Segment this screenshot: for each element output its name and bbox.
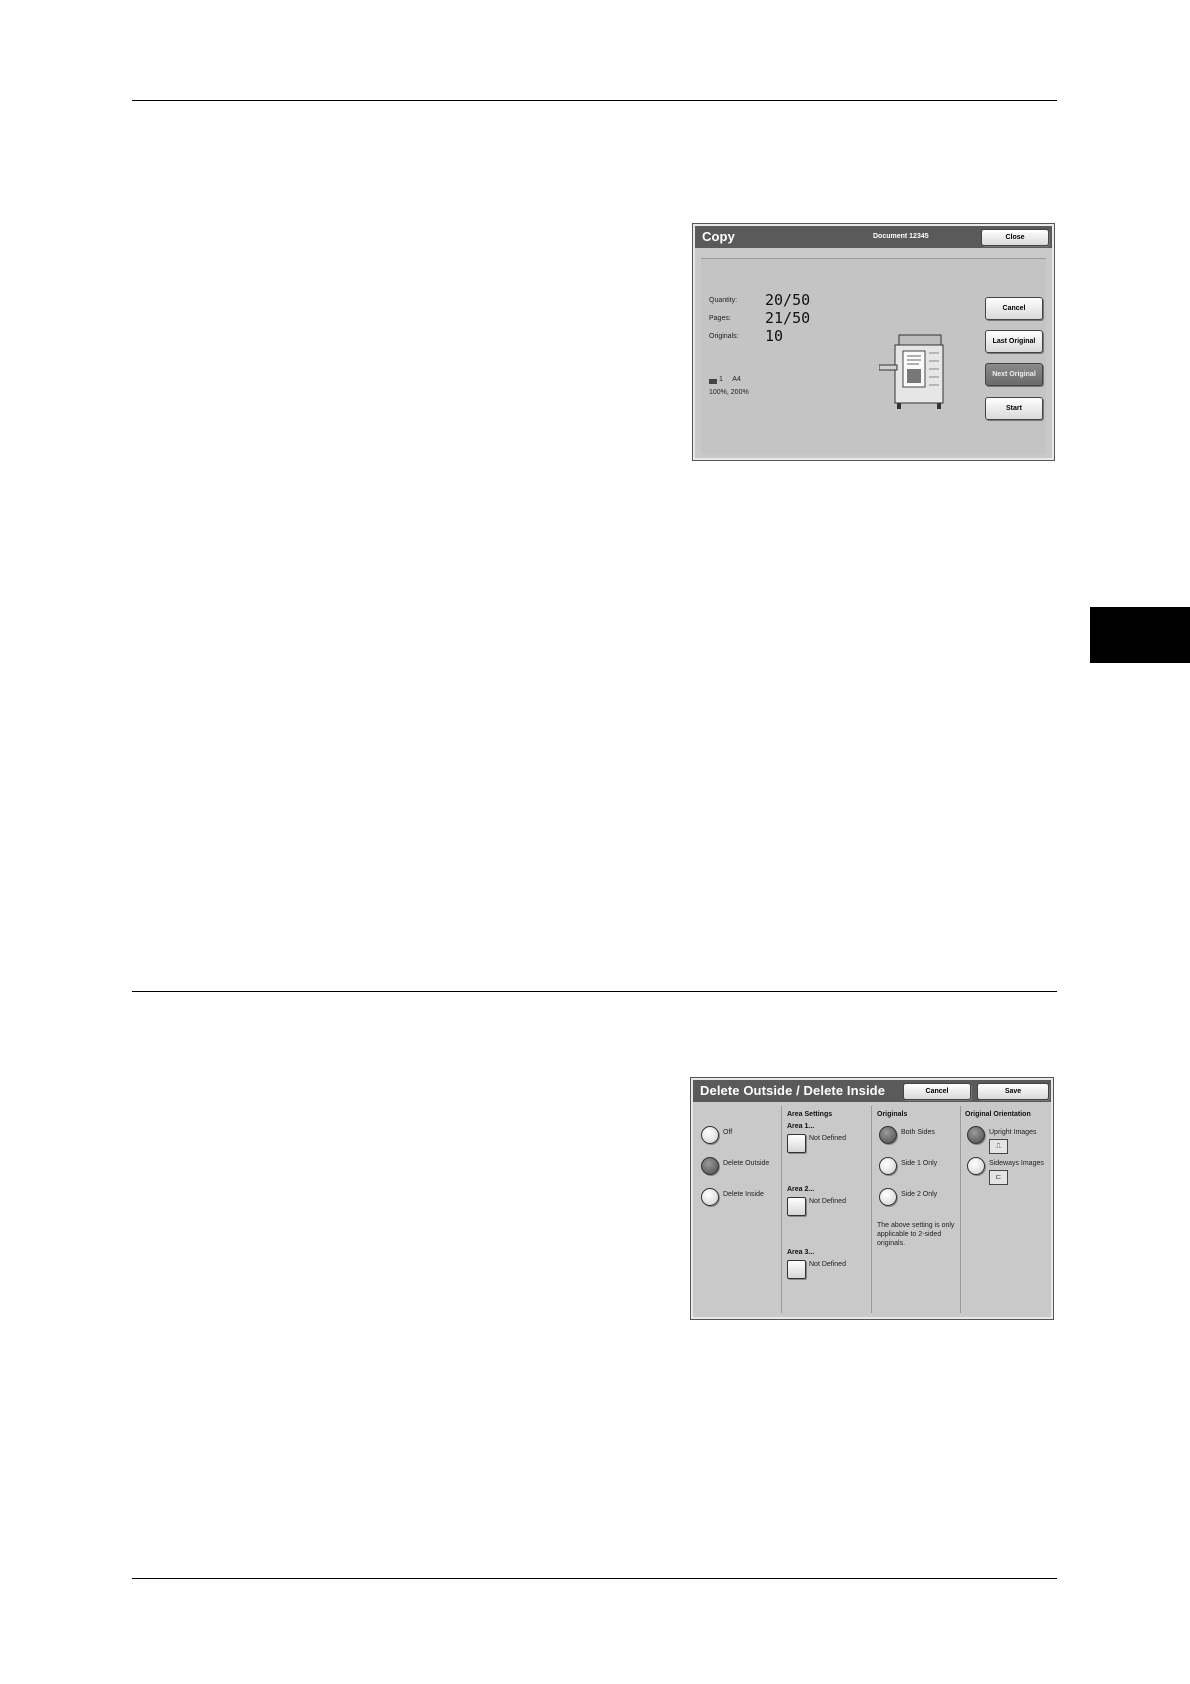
side-1-only-label: Side 1 Only — [901, 1160, 938, 1167]
delete-outside-inside-screen: Delete Outside / Delete Inside Cancel Sa… — [690, 1077, 1054, 1320]
upright-orientation-icon: ⎍ — [989, 1139, 1008, 1154]
pages-value: 21/50 — [765, 309, 811, 327]
tray-icon — [709, 379, 717, 384]
ratio-info: 100%, 200% — [709, 389, 749, 396]
area-1-label: Area 1... — [787, 1123, 815, 1130]
quantity-value: 20/50 — [765, 291, 811, 309]
start-button[interactable]: Start — [985, 397, 1043, 420]
column-divider — [871, 1106, 872, 1313]
sideways-orientation-icon: ⊏ — [989, 1170, 1008, 1185]
chapter-tab — [1090, 607, 1190, 663]
side-1-only-radio[interactable] — [879, 1157, 897, 1175]
copy-status-area: Quantity: 20/50 Pages: 21/50 Originals: … — [701, 258, 1046, 454]
area-2-status: Not Defined — [809, 1198, 846, 1205]
document-name: Document 12345 — [873, 233, 929, 240]
section-divider-rule — [132, 991, 1057, 992]
cancel-job-button[interactable]: Cancel — [985, 297, 1043, 320]
delete-title: Delete Outside / Delete Inside — [700, 1083, 886, 1098]
both-sides-label: Both Sides — [901, 1129, 935, 1136]
sideways-images-label: Sideways Images — [989, 1160, 1044, 1167]
sideways-images-radio[interactable] — [967, 1157, 985, 1175]
area-3-status: Not Defined — [809, 1261, 846, 1268]
side-2-only-label: Side 2 Only — [901, 1191, 938, 1198]
side-2-only-radio[interactable] — [879, 1188, 897, 1206]
area-2-button[interactable] — [787, 1197, 806, 1216]
area-1-status: Not Defined — [809, 1135, 846, 1142]
mode-off-label: Off — [723, 1129, 733, 1136]
area-2-label: Area 2... — [787, 1186, 815, 1193]
footer-rule — [132, 1578, 1057, 1579]
cancel-button[interactable]: Cancel — [903, 1083, 971, 1100]
upright-images-radio[interactable] — [967, 1126, 985, 1144]
pages-label: Pages: — [709, 315, 731, 322]
mode-delete-inside-radio[interactable] — [701, 1188, 719, 1206]
mode-delete-inside-label: Delete Inside — [723, 1191, 764, 1198]
area-3-button[interactable] — [787, 1260, 806, 1279]
originals-heading: Originals — [877, 1111, 908, 1118]
area-3-label: Area 3... — [787, 1249, 815, 1256]
mode-delete-outside-label: Delete Outside — [723, 1160, 770, 1167]
orientation-heading: Original Orientation — [965, 1111, 1031, 1118]
mode-delete-outside-radio[interactable] — [701, 1157, 719, 1175]
upright-images-label: Upright Images — [989, 1129, 1037, 1136]
copy-titlebar: Copy Document 12345 Close — [695, 226, 1052, 248]
area-settings-heading: Area Settings — [787, 1111, 833, 1118]
quantity-label: Quantity: — [709, 297, 738, 304]
copy-title: Copy — [702, 229, 735, 244]
copier-machine-icon — [879, 334, 944, 409]
last-original-button[interactable]: Last Original — [985, 330, 1043, 353]
column-divider — [781, 1106, 782, 1313]
header-rule — [132, 100, 1057, 101]
column-divider — [960, 1106, 961, 1313]
delete-titlebar: Delete Outside / Delete Inside Cancel Sa… — [693, 1080, 1051, 1102]
originals-note: The above setting is only applicable to … — [877, 1222, 955, 1247]
originals-label: Originals: — [709, 333, 739, 340]
area-1-button[interactable] — [787, 1134, 806, 1153]
next-original-button[interactable]: Next Original — [985, 363, 1043, 386]
mode-off-radio[interactable] — [701, 1126, 719, 1144]
tray-info: 1 A4 — [719, 376, 741, 383]
save-button[interactable]: Save — [977, 1083, 1049, 1100]
copy-screen: Copy Document 12345 Close Quantity: 20/5… — [692, 223, 1055, 461]
originals-value: 10 — [765, 327, 784, 345]
close-button[interactable]: Close — [981, 229, 1049, 246]
both-sides-radio[interactable] — [879, 1126, 897, 1144]
